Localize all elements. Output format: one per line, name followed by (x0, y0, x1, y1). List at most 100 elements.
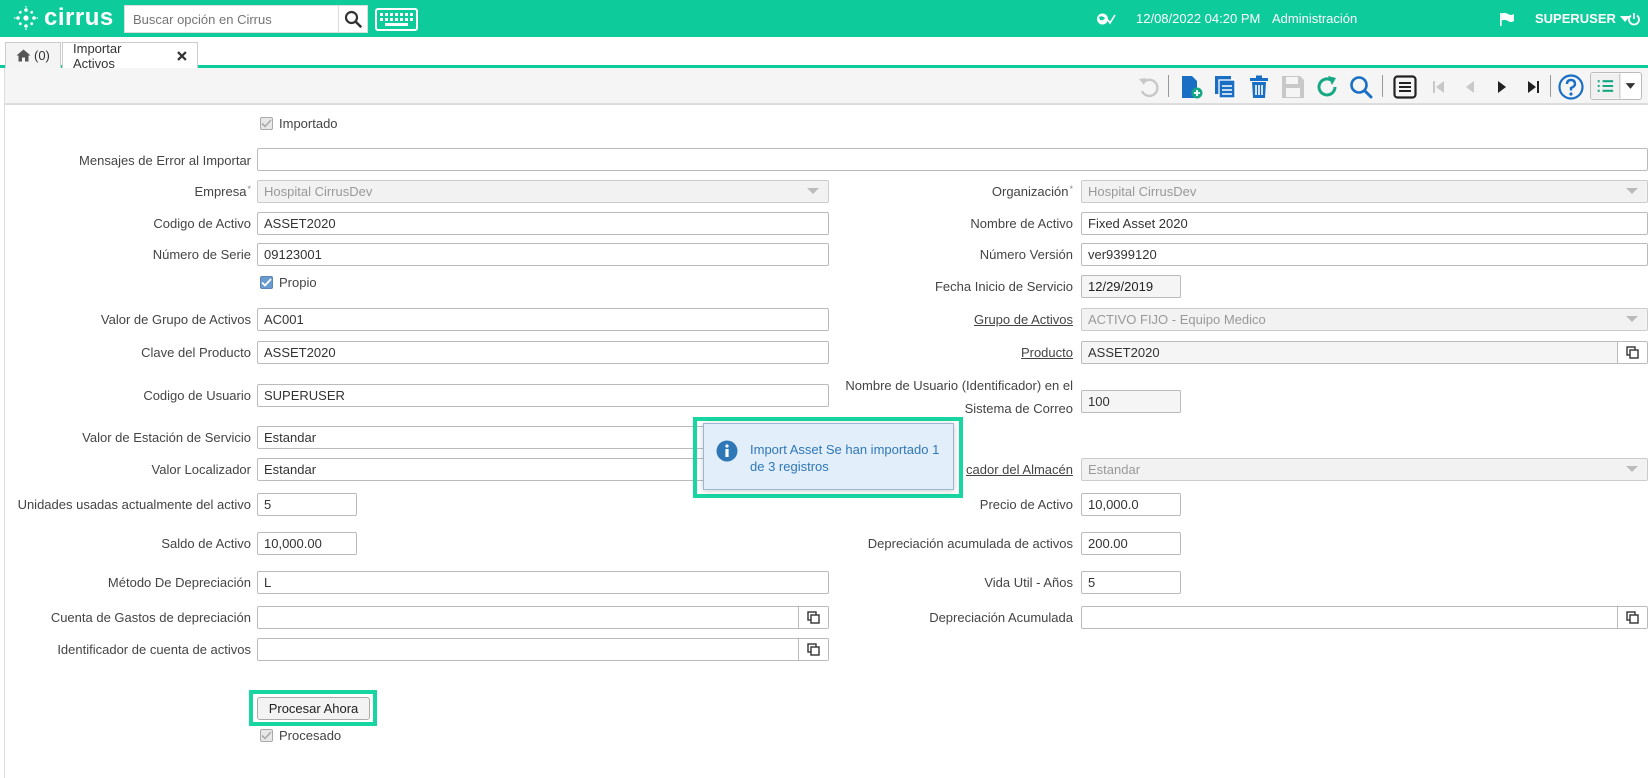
fecha-inicio-label: Fecha Inicio de Servicio (934, 279, 1073, 294)
chevron-down-icon (1617, 309, 1647, 330)
metodo-field[interactable]: L (257, 571, 829, 594)
flag-icon[interactable] (1499, 0, 1515, 37)
nombre-activo-field[interactable]: Fixed Asset 2020 (1081, 212, 1648, 235)
codigo-activo-field[interactable]: ASSET2020 (257, 212, 829, 235)
dep-acum-label: Depreciación acumulada de activos (867, 536, 1073, 551)
close-icon[interactable] (177, 50, 187, 61)
ident-cuenta-label: Identificador de cuenta de activos (57, 642, 251, 657)
clave-producto-label: Clave del Producto (141, 345, 251, 360)
clave-producto-field[interactable]: ASSET2020 (257, 341, 829, 364)
lookup-button[interactable] (798, 639, 828, 660)
errmsg-field[interactable] (257, 148, 1648, 171)
cuenta-gastos-field[interactable] (257, 606, 829, 629)
numero-serie-field[interactable]: 09123001 (257, 243, 829, 266)
empresa-link[interactable]: Empresa (194, 184, 246, 199)
localizador-almacen-value: Estandar (1088, 462, 1141, 477)
localizador-almacen-select[interactable]: Estandar (1081, 458, 1648, 481)
ident-cuenta-field[interactable] (257, 638, 829, 661)
numero-serie-label: Número de Serie (152, 247, 251, 262)
next-record-icon[interactable] (1489, 74, 1515, 100)
user-name: SUPERUSER (1535, 11, 1616, 26)
previous-record-icon[interactable] (1457, 74, 1483, 100)
precio-field[interactable]: 10,000.0 (1081, 493, 1181, 516)
organizacion-label: Organización* (991, 184, 1073, 199)
globe-check-icon (1097, 13, 1116, 24)
copy-icon (807, 611, 820, 624)
dep-acum-field[interactable]: 200.00 (1081, 532, 1181, 555)
power-icon[interactable] (1627, 0, 1641, 37)
unidades-label: Unidades usadas actualmente del activo (17, 497, 251, 512)
nombre-usuario-label: Nombre de Usuario (Identificador) en el … (845, 374, 1073, 420)
cirrus-logo-icon (14, 6, 38, 30)
producto-field[interactable]: ASSET2020 (1081, 341, 1648, 364)
valor-grupo-field[interactable]: AC001 (257, 308, 829, 331)
checkbox-box (260, 729, 273, 742)
toolbar-separator (1382, 75, 1383, 97)
keyboard-icon[interactable] (375, 8, 418, 31)
search-input[interactable] (124, 5, 338, 33)
copy-icon (807, 643, 820, 656)
empresa-label: Empresa* (194, 184, 251, 199)
lookup-button[interactable] (1617, 342, 1647, 363)
unidades-field[interactable]: 5 (257, 493, 357, 516)
search-icon (344, 10, 362, 28)
codigo-activo-label: Codigo de Activo (153, 216, 251, 231)
organizacion-link[interactable]: Organización (992, 184, 1069, 199)
organizacion-select[interactable]: Hospital CirrusDev (1081, 180, 1648, 203)
toolbar-separator (1550, 75, 1551, 97)
delete-icon[interactable] (1246, 74, 1272, 100)
refresh-icon[interactable] (1314, 74, 1340, 100)
importado-checkbox[interactable]: Importado (260, 116, 338, 131)
last-record-icon[interactable] (1520, 74, 1546, 100)
first-record-icon[interactable] (1426, 74, 1452, 100)
tab-importar-activos[interactable]: Importar Activos (62, 41, 198, 71)
procesado-checkbox[interactable]: Procesado (260, 728, 341, 743)
tab-bar: (0) Importar Activos (0, 37, 1648, 71)
propio-label: Propio (279, 275, 317, 290)
numero-version-label: Número Versión (979, 247, 1073, 262)
numero-version-field[interactable]: ver9399120 (1081, 243, 1648, 266)
procesar-ahora-button[interactable]: Procesar Ahora (257, 697, 370, 720)
home-count: (0) (34, 48, 50, 63)
producto-label[interactable]: Producto (1021, 345, 1073, 360)
nombre-activo-label: Nombre de Activo (970, 216, 1073, 231)
help-icon[interactable] (1558, 74, 1584, 100)
saldo-field[interactable]: 10,000.00 (257, 532, 357, 555)
nombre-usuario-field[interactable]: 100 (1081, 390, 1181, 413)
depreciacion-acumulada-field[interactable] (1081, 606, 1648, 629)
lookup-button[interactable] (1617, 607, 1647, 628)
undo-icon[interactable] (1136, 74, 1162, 100)
chevron-down-icon (1617, 181, 1647, 202)
empresa-select[interactable]: Hospital CirrusDev (257, 180, 829, 203)
grid-toggle-icon[interactable] (1392, 74, 1418, 100)
globe-status[interactable] (1096, 0, 1116, 37)
save-icon[interactable] (1280, 74, 1306, 100)
codigo-usuario-label: Codigo de Usuario (143, 388, 251, 403)
cirrus-logo[interactable]: cirrus (14, 4, 114, 31)
grupo-activos-select[interactable]: ACTIVO FIJO - Equipo Medico (1081, 308, 1648, 331)
find-icon[interactable] (1348, 74, 1374, 100)
precio-label: Precio de Activo (979, 497, 1073, 512)
new-record-icon[interactable] (1178, 74, 1204, 100)
search-button[interactable] (338, 5, 368, 33)
fecha-inicio-field[interactable]: 12/29/2019 (1081, 275, 1181, 298)
depreciacion-acumulada-label: Depreciación Acumulada (929, 610, 1073, 625)
estacion-servicio-label: Valor de Estación de Servicio (82, 430, 251, 445)
import-notification[interactable]: Import Asset Se han importado 1 de 3 reg… (703, 423, 954, 490)
lookup-button[interactable] (798, 607, 828, 628)
organizacion-value: Hospital CirrusDev (1088, 184, 1197, 199)
procesado-label: Procesado (279, 728, 342, 743)
tab-home[interactable]: (0) (5, 42, 61, 68)
nombre-usuario-label-line1: Nombre de Usuario (Identificador) en el (845, 378, 1073, 393)
actions-menu[interactable] (1590, 72, 1642, 100)
role-selector[interactable]: Administración (1272, 0, 1357, 37)
vida-util-field[interactable]: 5 (1081, 571, 1181, 594)
chevron-down-icon (1617, 459, 1647, 480)
localizador-almacen-label[interactable]: cador del Almacén (966, 462, 1073, 477)
user-menu[interactable]: SUPERUSER (1535, 0, 1630, 37)
grupo-activos-label[interactable]: Grupo de Activos (974, 312, 1073, 327)
copy-record-icon[interactable] (1212, 74, 1238, 100)
checkbox-box (260, 276, 273, 289)
propio-checkbox[interactable]: Propio (260, 275, 317, 290)
codigo-usuario-field[interactable]: SUPERUSER (257, 384, 829, 407)
